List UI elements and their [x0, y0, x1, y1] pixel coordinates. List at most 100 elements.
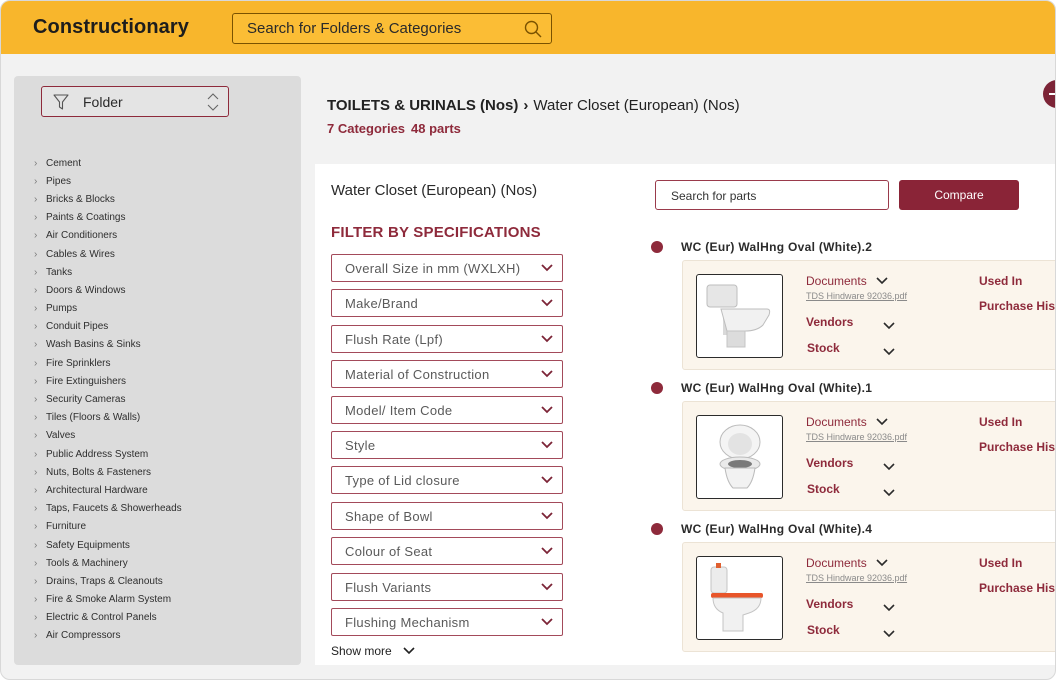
sidebar-category-item[interactable]: › Fire & Smoke Alarm System	[34, 591, 182, 609]
part-card: Documents TDS Hindware 92036.pdf Vendors St…	[682, 401, 1055, 511]
app-logo[interactable]: Constructionary	[33, 16, 189, 39]
toilet-image	[706, 284, 771, 348]
sidebar-category-item[interactable]: › Wash Basins & Sinks	[34, 336, 182, 354]
chevron-down-icon	[541, 547, 553, 555]
sidebar-category-item[interactable]: › Nuts, Bolts & Fasteners	[34, 463, 182, 481]
used-in-link[interactable]: Used In	[979, 415, 1022, 429]
main-panel: Water Closet (European) (Nos) FILTER BY …	[315, 164, 1055, 665]
sidebar-category-item[interactable]: › Conduit Pipes	[34, 318, 182, 336]
sidebar-category-item[interactable]: › Fire Sprinklers	[34, 354, 182, 372]
stock-toggle[interactable]: Stock	[807, 482, 840, 496]
stock-toggle[interactable]: Stock	[807, 341, 840, 355]
document-file-link[interactable]: TDS Hindware 92036.pdf	[806, 291, 907, 301]
documents-toggle[interactable]: Documents	[806, 556, 889, 570]
sidebar-category-item[interactable]: › Architectural Hardware	[34, 481, 182, 499]
vendors-toggle[interactable]: Vendors	[806, 456, 853, 470]
chevron-right-icon: ›	[34, 394, 38, 406]
compare-button[interactable]: Compare	[899, 180, 1019, 210]
sidebar-category-item[interactable]: › Fire Extinguishers	[34, 372, 182, 390]
vendors-chevron[interactable]	[882, 459, 896, 471]
purchase-history-link[interactable]: Purchase Hist	[979, 581, 1055, 595]
sidebar-category-item[interactable]: › Tools & Machinery	[34, 554, 182, 572]
vendors-toggle[interactable]: Vendors	[806, 315, 853, 329]
stock-toggle[interactable]: Stock	[807, 623, 840, 637]
vendors-toggle[interactable]: Vendors	[806, 597, 853, 611]
collapse-button[interactable]	[1043, 80, 1055, 108]
toilet-image	[719, 424, 761, 489]
sidebar-category-item[interactable]: › Tiles (Floors & Walls)	[34, 409, 182, 427]
spec-filter-dropdown[interactable]: Flush Variants	[331, 572, 563, 601]
sidebar-category-item[interactable]: › Air Compressors	[34, 627, 182, 645]
chevron-right-icon: ›	[34, 284, 38, 296]
documents-toggle[interactable]: Documents	[806, 415, 889, 429]
spec-filter-dropdown[interactable]: Material of Construction	[331, 360, 563, 389]
part-thumbnail[interactable]	[696, 556, 783, 640]
spec-filter-dropdown[interactable]: Make/Brand	[331, 289, 563, 318]
sidebar-category-item[interactable]: › Paints & Coatings	[34, 209, 182, 227]
sidebar-category-item[interactable]: › Valves	[34, 427, 182, 445]
part-header[interactable]: WC (Eur) WalHng Oval (White).1	[651, 380, 872, 396]
chevron-right-icon: ›	[34, 266, 38, 278]
vendors-chevron[interactable]	[882, 318, 896, 330]
sidebar-category-item[interactable]: › Public Address System	[34, 445, 182, 463]
sidebar-category-item[interactable]: › Taps, Faucets & Showerheads	[34, 500, 182, 518]
used-in-link[interactable]: Used In	[979, 556, 1022, 570]
document-file-link[interactable]: TDS Hindware 92036.pdf	[806, 573, 907, 583]
spec-filter-dropdown[interactable]: Colour of Seat	[331, 537, 563, 566]
chevron-right-icon: ›	[34, 503, 38, 515]
vendors-chevron[interactable]	[882, 600, 896, 612]
sidebar-category-item[interactable]: › Cables & Wires	[34, 245, 182, 263]
breadcrumb-current: Water Closet (European) (Nos)	[533, 97, 740, 114]
show-more-button[interactable]: Show more	[331, 644, 416, 658]
chevron-right-icon: ›	[34, 630, 38, 642]
part-header[interactable]: WC (Eur) WalHng Oval (White).2	[651, 239, 872, 255]
part-card: Documents TDS Hindware 92036.pdf Vendors St…	[682, 542, 1055, 652]
documents-toggle[interactable]: Documents	[806, 274, 889, 288]
filter-label: Colour of Seat	[345, 544, 433, 560]
folder-category-search[interactable]: Search for Folders & Categories	[232, 13, 552, 44]
stock-chevron[interactable]	[882, 626, 896, 638]
sidebar-category-item[interactable]: › Drains, Traps & Cleanouts	[34, 572, 182, 590]
sidebar-category-item[interactable]: › Furniture	[34, 518, 182, 536]
chevron-right-icon: ›	[34, 575, 38, 587]
spec-filter-dropdown[interactable]: Flush Rate (Lpf)	[331, 324, 563, 353]
spec-filter-dropdown[interactable]: Overall Size in mm (WXLXH)	[331, 254, 563, 282]
spec-filter-dropdown[interactable]: Flushing Mechanism	[331, 607, 563, 636]
stock-chevron[interactable]	[882, 485, 896, 497]
stock-chevron[interactable]	[882, 344, 896, 356]
spec-filter-dropdown[interactable]: Style	[331, 430, 563, 459]
sidebar-category-item[interactable]: › Tanks	[34, 263, 182, 281]
filter-heading: FILTER BY SPECIFICATIONS	[331, 224, 541, 241]
sidebar-category-item[interactable]: › Doors & Windows	[34, 281, 182, 299]
sidebar-category-item[interactable]: › Pumps	[34, 300, 182, 318]
part-thumbnail[interactable]	[696, 274, 783, 358]
breadcrumb-parent[interactable]: TOILETS & URINALS (Nos)	[327, 97, 518, 114]
chevron-right-icon: ›	[34, 412, 38, 424]
spec-filter-dropdown[interactable]: Model/ Item Code	[331, 395, 563, 424]
used-in-link[interactable]: Used In	[979, 274, 1022, 288]
folder-dropdown[interactable]: Folder	[41, 86, 229, 117]
chevron-down-icon	[541, 512, 553, 520]
document-file-link[interactable]: TDS Hindware 92036.pdf	[806, 432, 907, 442]
part-thumbnail[interactable]	[696, 415, 783, 499]
spec-filter-dropdown[interactable]: Type of Lid closure	[331, 466, 563, 495]
chevron-right-icon: ›	[34, 448, 38, 460]
chevron-down-icon	[541, 476, 553, 484]
part-header[interactable]: WC (Eur) WalHng Oval (White).4	[651, 521, 872, 537]
sidebar-category-item[interactable]: › Safety Equipments	[34, 536, 182, 554]
sidebar-category-item[interactable]: › Pipes	[34, 172, 182, 190]
spec-filter-dropdown[interactable]: Shape of Bowl	[331, 501, 563, 530]
sidebar-category-item[interactable]: › Electric & Control Panels	[34, 609, 182, 627]
sidebar-category-item[interactable]: › Bricks & Blocks	[34, 190, 182, 208]
parts-count: 48 parts	[411, 121, 461, 136]
search-icon[interactable]	[523, 19, 543, 39]
filter-label: Type of Lid closure	[345, 473, 460, 489]
category-label: Tanks	[46, 266, 73, 278]
sidebar-category-item[interactable]: › Cement	[34, 154, 182, 172]
chevron-right-icon: ›	[34, 321, 38, 333]
parts-search-input[interactable]: Search for parts	[655, 180, 889, 210]
purchase-history-link[interactable]: Purchase Hist	[979, 299, 1055, 313]
purchase-history-link[interactable]: Purchase Hist	[979, 440, 1055, 454]
sidebar-category-item[interactable]: › Security Cameras	[34, 390, 182, 408]
sidebar-category-item[interactable]: › Air Conditioners	[34, 227, 182, 245]
